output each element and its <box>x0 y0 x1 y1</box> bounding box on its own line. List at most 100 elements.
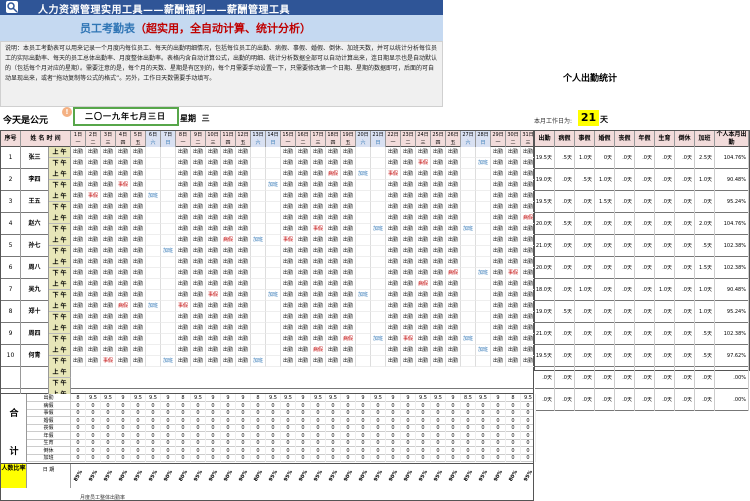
attendance-cell[interactable] <box>266 323 281 334</box>
attendance-cell[interactable]: 出勤 <box>281 180 296 191</box>
attendance-cell[interactable] <box>251 323 266 334</box>
attendance-cell[interactable]: 出勤 <box>191 356 206 367</box>
attendance-cell[interactable]: 出勤 <box>401 356 416 367</box>
attendance-cell[interactable]: 出勤 <box>401 345 416 356</box>
attendance-cell[interactable]: 出勤 <box>281 246 296 257</box>
attendance-cell[interactable]: 出勤 <box>221 312 236 323</box>
attendance-cell[interactable]: 出勤 <box>491 268 506 279</box>
attendance-cell[interactable] <box>161 312 176 323</box>
employee-name[interactable]: 郑十 <box>21 301 49 323</box>
attendance-cell[interactable]: 出勤 <box>101 246 116 257</box>
attendance-cell[interactable]: 出勤 <box>116 191 131 202</box>
attendance-cell[interactable] <box>371 191 386 202</box>
attendance-cell[interactable]: 出勤 <box>416 356 431 367</box>
attendance-cell[interactable] <box>356 202 371 213</box>
attendance-cell[interactable]: 出勤 <box>86 169 101 180</box>
attendance-cell[interactable]: 出勤 <box>191 147 206 158</box>
attendance-cell[interactable]: 出勤 <box>281 191 296 202</box>
attendance-cell[interactable]: 出勤 <box>341 180 356 191</box>
attendance-cell[interactable] <box>476 224 491 235</box>
attendance-cell[interactable]: 出勤 <box>71 268 86 279</box>
attendance-cell[interactable] <box>251 290 266 301</box>
attendance-cell[interactable]: 出勤 <box>446 202 461 213</box>
attendance-cell[interactable]: 出勤 <box>116 235 131 246</box>
attendance-cell[interactable] <box>146 235 161 246</box>
attendance-cell[interactable]: 出勤 <box>326 191 341 202</box>
attendance-cell[interactable] <box>356 158 371 169</box>
attendance-cell[interactable]: 病假 <box>221 235 236 246</box>
attendance-cell[interactable]: 出勤 <box>401 323 416 334</box>
attendance-cell[interactable]: 出勤 <box>236 158 251 169</box>
attendance-cell[interactable]: 出勤 <box>116 246 131 257</box>
attendance-cell[interactable]: 出勤 <box>221 246 236 257</box>
attendance-cell[interactable]: 出勤 <box>341 301 356 312</box>
attendance-cell[interactable] <box>356 323 371 334</box>
attendance-cell[interactable]: 出勤 <box>116 323 131 334</box>
attendance-cell[interactable] <box>161 268 176 279</box>
attendance-cell[interactable]: 出勤 <box>401 147 416 158</box>
attendance-cell[interactable] <box>356 257 371 268</box>
attendance-cell[interactable]: 出勤 <box>341 268 356 279</box>
attendance-cell[interactable] <box>266 268 281 279</box>
attendance-cell[interactable]: 出勤 <box>326 301 341 312</box>
attendance-cell[interactable]: 出勤 <box>446 257 461 268</box>
attendance-cell[interactable]: 出勤 <box>191 246 206 257</box>
attendance-cell[interactable]: 出勤 <box>341 246 356 257</box>
employee-name[interactable]: 张三 <box>21 147 49 169</box>
attendance-cell[interactable]: 出勤 <box>431 345 446 356</box>
attendance-cell[interactable]: 出勤 <box>341 235 356 246</box>
attendance-cell[interactable]: 出勤 <box>281 323 296 334</box>
attendance-cell[interactable]: 出勤 <box>431 301 446 312</box>
attendance-cell[interactable]: 出勤 <box>71 312 86 323</box>
attendance-cell[interactable]: 出勤 <box>401 312 416 323</box>
attendance-cell[interactable]: 出勤 <box>401 213 416 224</box>
attendance-cell[interactable]: 出勤 <box>296 235 311 246</box>
attendance-cell[interactable] <box>476 180 491 191</box>
attendance-cell[interactable] <box>356 235 371 246</box>
attendance-cell[interactable] <box>161 180 176 191</box>
attendance-cell[interactable] <box>251 158 266 169</box>
attendance-cell[interactable]: 出勤 <box>236 202 251 213</box>
attendance-cell[interactable]: 出勤 <box>401 246 416 257</box>
attendance-cell[interactable]: 出勤 <box>101 312 116 323</box>
attendance-cell[interactable]: 加班 <box>461 334 476 345</box>
attendance-cell[interactable]: 出勤 <box>416 290 431 301</box>
attendance-cell[interactable]: 出勤 <box>431 169 446 180</box>
attendance-cell[interactable] <box>266 246 281 257</box>
attendance-cell[interactable]: 事假 <box>86 191 101 202</box>
attendance-cell[interactable]: 出勤 <box>386 235 401 246</box>
attendance-cell[interactable]: 出勤 <box>221 301 236 312</box>
attendance-cell[interactable]: 出勤 <box>296 224 311 235</box>
attendance-cell[interactable]: 出勤 <box>221 356 236 367</box>
attendance-cell[interactable] <box>266 334 281 345</box>
attendance-cell[interactable]: 出勤 <box>191 257 206 268</box>
attendance-cell[interactable]: 出勤 <box>71 213 86 224</box>
attendance-cell[interactable]: 出勤 <box>221 213 236 224</box>
attendance-cell[interactable]: 出勤 <box>176 191 191 202</box>
attendance-cell[interactable]: 出勤 <box>236 279 251 290</box>
attendance-cell[interactable]: 出勤 <box>176 345 191 356</box>
employee-name[interactable]: 李四 <box>21 169 49 191</box>
attendance-cell[interactable]: 出勤 <box>491 180 506 191</box>
attendance-cell[interactable] <box>461 268 476 279</box>
attendance-cell[interactable]: 加班 <box>356 290 371 301</box>
attendance-cell[interactable]: 出勤 <box>191 213 206 224</box>
attendance-cell[interactable]: 出勤 <box>326 224 341 235</box>
attendance-cell[interactable] <box>146 257 161 268</box>
attendance-cell[interactable] <box>461 279 476 290</box>
attendance-cell[interactable] <box>476 202 491 213</box>
attendance-cell[interactable]: 出勤 <box>131 290 146 301</box>
attendance-cell[interactable]: 出勤 <box>71 323 86 334</box>
attendance-cell[interactable]: 出勤 <box>341 356 356 367</box>
attendance-cell[interactable] <box>161 257 176 268</box>
attendance-cell[interactable]: 出勤 <box>176 180 191 191</box>
attendance-cell[interactable]: 出勤 <box>431 202 446 213</box>
attendance-cell[interactable]: 出勤 <box>236 246 251 257</box>
attendance-cell[interactable]: 出勤 <box>86 323 101 334</box>
attendance-cell[interactable]: 出勤 <box>491 246 506 257</box>
attendance-cell[interactable]: 出勤 <box>86 301 101 312</box>
attendance-cell[interactable] <box>461 147 476 158</box>
attendance-cell[interactable] <box>146 224 161 235</box>
attendance-cell[interactable] <box>476 334 491 345</box>
attendance-cell[interactable]: 出勤 <box>86 158 101 169</box>
